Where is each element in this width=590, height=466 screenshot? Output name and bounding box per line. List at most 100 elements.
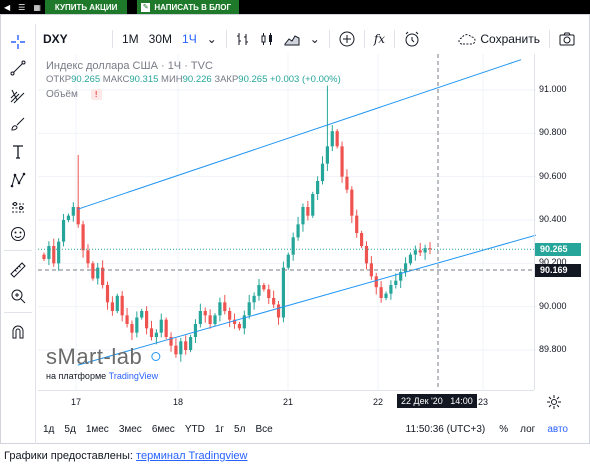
bars-style-icon[interactable] bbox=[231, 27, 255, 51]
menu-icon[interactable]: ☰ bbox=[14, 0, 29, 14]
ohlc-values: ОТКР90.265 МАКС90.315 МИН90.226 ЗАКР90.2… bbox=[46, 74, 341, 85]
percent-toggle[interactable]: % bbox=[499, 424, 508, 435]
price-axis[interactable]: 91.000 90.800 90.600 90.400 90.200 90.000 89.8… bbox=[534, 54, 581, 390]
clock-timezone[interactable]: 11:50:36 (UTC+3) bbox=[406, 424, 486, 435]
log-toggle[interactable]: лог bbox=[520, 424, 535, 435]
axis-settings-icon[interactable] bbox=[546, 394, 562, 415]
fib-pitchfork-icon[interactable] bbox=[8, 86, 28, 106]
candle-body bbox=[340, 146, 344, 177]
candle-body bbox=[120, 295, 124, 316]
compare-plus-icon[interactable] bbox=[334, 27, 360, 51]
cloud-icon bbox=[458, 34, 476, 45]
candle-body bbox=[91, 263, 95, 279]
candle-body bbox=[208, 315, 212, 324]
forecast-icon[interactable] bbox=[8, 198, 28, 218]
candle-body bbox=[374, 276, 378, 288]
price-chart[interactable] bbox=[38, 54, 536, 390]
range-all[interactable]: Все bbox=[250, 424, 277, 435]
price-tick-label: 90.600 bbox=[539, 170, 567, 181]
emoji-icon[interactable] bbox=[8, 224, 28, 244]
range-ytd[interactable]: YTD bbox=[180, 424, 210, 435]
range-3m[interactable]: 3мес bbox=[114, 424, 147, 435]
brush-icon[interactable] bbox=[8, 114, 28, 134]
chart-toolbar: DXY 1M 30M 1Ч ⌄ ⌄ fx Сохранить bbox=[38, 24, 580, 54]
camera-icon[interactable] bbox=[554, 27, 580, 51]
range-1y[interactable]: 1г bbox=[210, 424, 229, 435]
candle-body bbox=[306, 207, 310, 216]
candle-body bbox=[257, 285, 261, 296]
candle-body bbox=[66, 215, 71, 220]
candle-body bbox=[394, 280, 398, 285]
candle-body bbox=[228, 311, 232, 320]
candle-body bbox=[145, 311, 149, 329]
range-5y[interactable]: 5л bbox=[229, 424, 250, 435]
price-tick-label: 90.400 bbox=[539, 214, 567, 224]
cursor-price-tag: 90.169 bbox=[535, 264, 581, 278]
ruler-icon[interactable] bbox=[8, 260, 28, 280]
candle-body bbox=[203, 311, 207, 316]
auto-toggle[interactable]: авто bbox=[547, 424, 568, 435]
candle-body bbox=[335, 131, 339, 147]
range-5d[interactable]: 5д bbox=[59, 424, 80, 435]
magnet-icon[interactable] bbox=[8, 322, 28, 342]
range-1m[interactable]: 1мес bbox=[81, 424, 114, 435]
candle-body bbox=[262, 285, 266, 290]
candle-body bbox=[403, 263, 408, 272]
interval-1m[interactable]: 1M bbox=[117, 27, 144, 51]
area-style-icon[interactable] bbox=[279, 27, 305, 51]
candle-body bbox=[57, 241, 61, 264]
tradingview-link[interactable]: терминал Tradingview bbox=[136, 450, 247, 462]
interval-30m[interactable]: 30M bbox=[144, 27, 177, 51]
pattern-icon[interactable] bbox=[8, 170, 28, 190]
save-button[interactable]: Сохранить bbox=[453, 27, 545, 51]
candle-body bbox=[276, 304, 281, 318]
text-tool-icon[interactable] bbox=[8, 142, 28, 162]
volume-indicator[interactable]: Объём ! bbox=[46, 89, 341, 100]
range-6m[interactable]: 6мес bbox=[147, 424, 180, 435]
candle-body bbox=[384, 293, 388, 298]
volume-alert-icon[interactable]: ! bbox=[90, 89, 102, 100]
trend-line-icon[interactable] bbox=[8, 58, 28, 78]
candle-body bbox=[316, 181, 320, 194]
interval-1h[interactable]: 1Ч bbox=[177, 27, 202, 51]
candle-body bbox=[286, 254, 290, 268]
buy-stocks-button[interactable]: КУПИТЬ АКЦИИ bbox=[44, 0, 128, 14]
topbar-arrow-icon[interactable]: ◀ bbox=[0, 0, 14, 14]
candle-body bbox=[193, 324, 198, 337]
candle-body bbox=[355, 215, 359, 233]
candle-body bbox=[81, 224, 85, 251]
last-price-tag: 90.265 bbox=[535, 243, 581, 257]
candle-body bbox=[330, 131, 334, 147]
bottom-toolbar: 1д 5д 1мес 3мес 6мес YTD 1г 5л Все 11:50… bbox=[38, 418, 580, 440]
candles-style-icon[interactable] bbox=[255, 27, 279, 51]
candle-body bbox=[86, 250, 90, 264]
candle-body bbox=[164, 319, 168, 337]
cursor-time-label: 22 Дек '20 14:00 bbox=[397, 394, 477, 408]
candle-body bbox=[272, 298, 276, 305]
price-tick-label: 91.000 bbox=[539, 84, 567, 94]
zoom-in-icon[interactable] bbox=[8, 286, 28, 306]
calculator-icon[interactable]: ▦ bbox=[29, 0, 45, 14]
candle-body bbox=[149, 328, 154, 337]
candle-body bbox=[71, 207, 75, 216]
indicators-fx-icon[interactable]: fx bbox=[369, 27, 390, 51]
price-tick-label: 89.800 bbox=[539, 344, 567, 354]
candle-body bbox=[350, 189, 354, 216]
candle-body bbox=[61, 220, 66, 242]
time-axis[interactable]: 23 22 21 18 17 22 Дек '20 14:00 bbox=[38, 390, 534, 412]
candle-body bbox=[237, 324, 242, 329]
candle-body bbox=[408, 254, 413, 264]
candle-body bbox=[52, 246, 56, 264]
alert-clock-icon[interactable] bbox=[399, 27, 425, 51]
symbol-search[interactable]: DXY bbox=[38, 27, 108, 51]
range-1d[interactable]: 1д bbox=[38, 424, 59, 435]
interval-dropdown-icon[interactable]: ⌄ bbox=[202, 27, 222, 51]
time-tick-label: 18 bbox=[173, 397, 184, 407]
write-blog-button[interactable]: ✎ НАПИСАТЬ В БЛОГ bbox=[137, 0, 239, 14]
candle-body bbox=[389, 285, 393, 294]
crosshair-icon[interactable] bbox=[8, 32, 28, 52]
chart-type-dropdown-icon[interactable]: ⌄ bbox=[305, 27, 325, 51]
candle-body bbox=[47, 246, 51, 259]
candle-body bbox=[325, 146, 329, 164]
candle-body bbox=[364, 246, 369, 264]
